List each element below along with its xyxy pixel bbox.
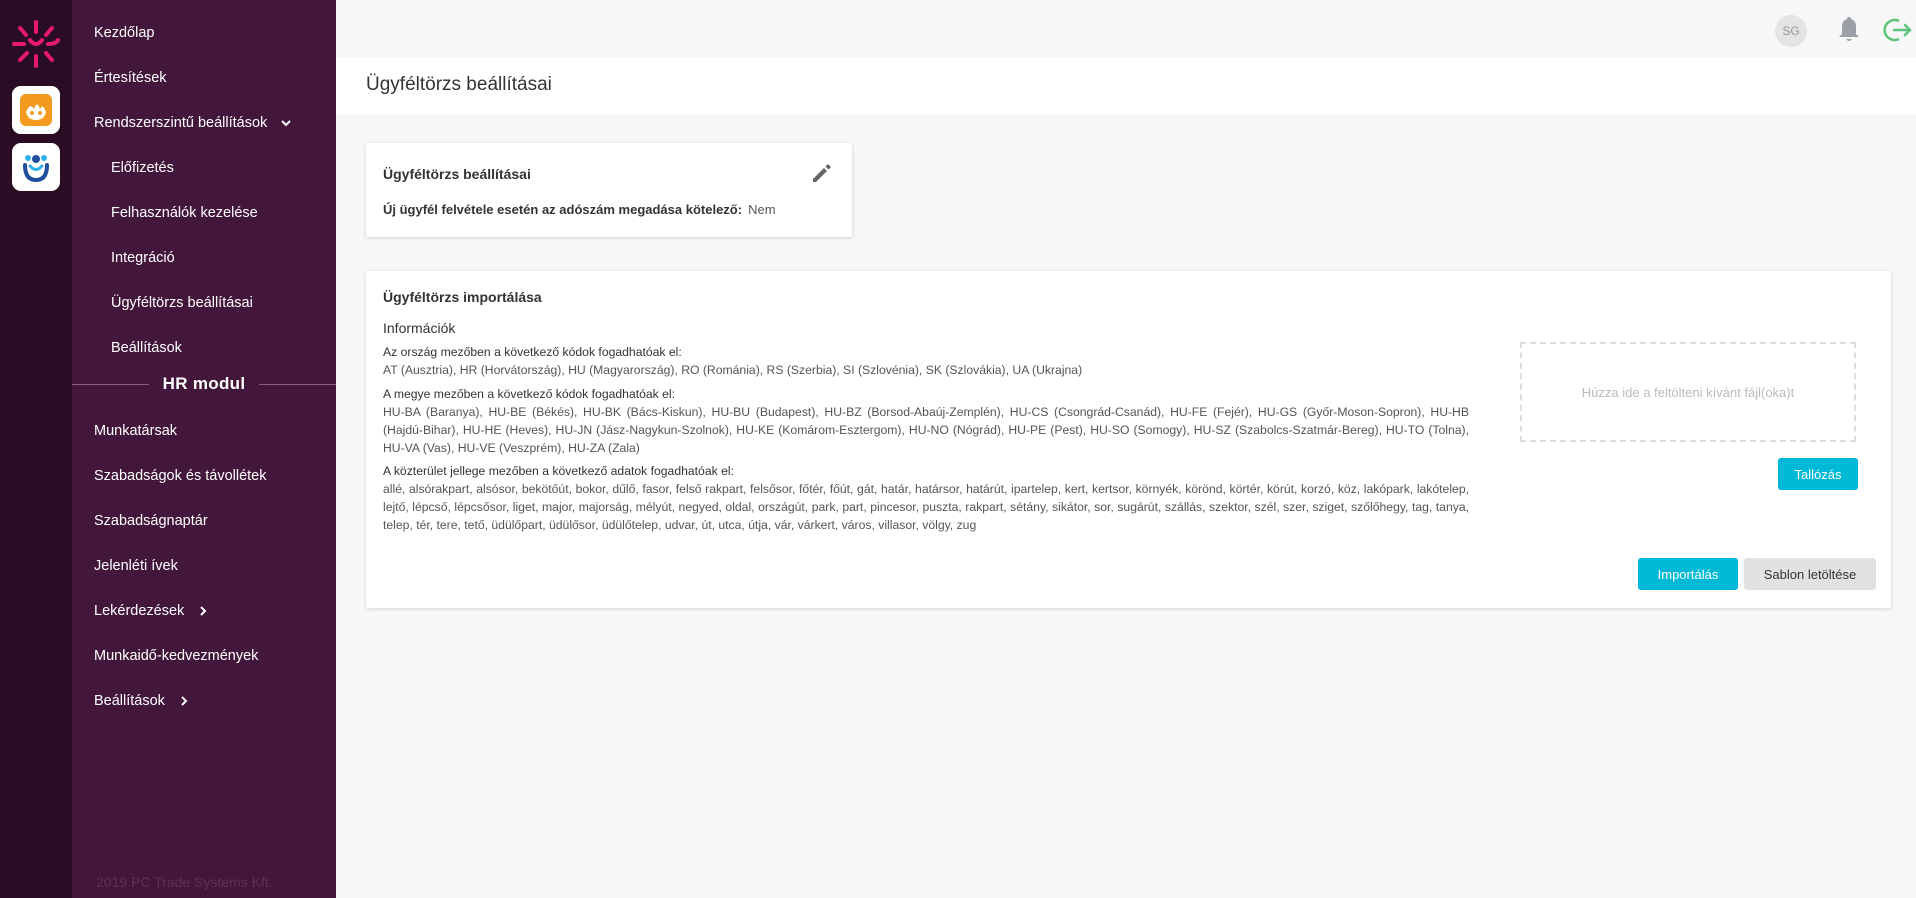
download-template-button[interactable]: Sablon letöltése	[1744, 558, 1876, 590]
copyright-text: 2019 PC Trade Systems Kft.	[96, 874, 273, 890]
dropzone-text: Húzza ide a feltölteni kívánt fájl(oka)t	[1581, 384, 1795, 400]
divider	[259, 383, 337, 385]
app-rail	[0, 0, 72, 898]
street-types-text: allé, alsórakpart, alsósor, bekötőút, bo…	[383, 482, 1469, 532]
sidebar-item-queries[interactable]: Lekérdezések	[94, 595, 210, 627]
country-codes-text: AT (Ausztria), HR (Horvátország), HU (Ma…	[383, 363, 1083, 377]
street-types-heading: A közterület jellege mezőben a következő…	[383, 464, 734, 478]
street-types-info: A közterület jellege mezőben a következő…	[383, 462, 1469, 534]
tax-number-required-row: Új ügyfél felvétele esetén az adószám me…	[383, 202, 776, 217]
sidebar-item-customer-settings[interactable]: Ügyféltörzs beállításai	[111, 287, 253, 319]
chevron-right-icon	[200, 606, 207, 616]
county-codes-text: HU-BA (Baranya), HU-BE (Békés), HU-BK (B…	[383, 405, 1469, 455]
logout-icon[interactable]	[1882, 16, 1912, 44]
bell-icon[interactable]	[1836, 16, 1862, 44]
county-codes-info: A megye mezőben a következő kódok fogadh…	[383, 385, 1469, 457]
hr-section-title: HR modul	[72, 372, 337, 396]
chevron-down-icon	[281, 120, 292, 127]
page-title: Ügyféltörzs beállításai	[366, 74, 552, 95]
sidebar-item-label: Szabadságnaptár	[94, 513, 208, 529]
sidebar-item-home[interactable]: Kezdőlap	[94, 17, 154, 49]
file-dropzone[interactable]: Húzza ide a feltölteni kívánt fájl(oka)t	[1520, 342, 1856, 442]
sidebar-item-label: Integráció	[111, 250, 175, 266]
avatar[interactable]: SG	[1775, 15, 1807, 47]
sidebar-item-notifications[interactable]: Értesítések	[94, 62, 167, 94]
sidebar: Kezdőlap Értesítések Rendszerszintű beál…	[72, 0, 337, 898]
edit-pencil-icon[interactable]	[809, 160, 835, 186]
sidebar-item-label: Szabadságok és távollétek	[94, 468, 267, 484]
customer-import-card: Ügyféltörzs importálása Információk Az o…	[366, 271, 1891, 608]
sidebar-item-label: Munkaidő-kedvezmények	[94, 648, 259, 664]
sidebar-item-label: Beállítások	[111, 340, 182, 356]
sidebar-item-system-settings[interactable]: Rendszerszintű beállítások	[94, 107, 293, 139]
sidebar-item-attendance-sheets[interactable]: Jelenléti ívek	[94, 550, 178, 582]
card-title: Ügyféltörzs beállításai	[383, 166, 531, 182]
tax-number-label: Új ügyfél felvétele esetén az adószám me…	[383, 202, 743, 217]
card-title: Ügyféltörzs importálása	[383, 289, 542, 305]
section-title-text: HR modul	[162, 374, 246, 393]
sidebar-item-label: Lekérdezések	[94, 603, 185, 619]
info-title: Információk	[383, 320, 456, 336]
app-switch-fire[interactable]	[12, 86, 60, 134]
country-codes-heading: Az ország mezőben a következő kódok foga…	[383, 345, 682, 359]
sidebar-item-user-management[interactable]: Felhasználók kezelése	[111, 197, 258, 229]
sidebar-item-label: Beállítások	[94, 693, 165, 709]
hr-app-icon	[23, 155, 49, 183]
tax-number-value: Nem	[748, 202, 776, 217]
fire-app-icon	[20, 94, 52, 126]
sidebar-item-worktime-benefits[interactable]: Munkaidő-kedvezmények	[94, 640, 258, 672]
brand-logo-icon[interactable]	[10, 18, 62, 70]
sidebar-item-leaves[interactable]: Szabadságok és távollétek	[94, 460, 267, 492]
sidebar-item-leave-calendar[interactable]: Szabadságnaptár	[94, 505, 208, 537]
sidebar-item-integration[interactable]: Integráció	[111, 242, 175, 274]
sidebar-item-label: Ügyféltörzs beállításai	[111, 295, 253, 311]
app-switch-hr[interactable]	[12, 143, 60, 191]
sidebar-item-label: Előfizetés	[111, 160, 174, 176]
sidebar-item-settings[interactable]: Beállítások	[111, 332, 182, 364]
sidebar-item-label: Kezdőlap	[94, 25, 155, 41]
sidebar-item-label: Munkatársak	[94, 423, 178, 439]
divider	[72, 383, 149, 385]
chevron-right-icon	[181, 696, 188, 706]
country-codes-info: Az ország mezőben a következő kódok foga…	[383, 343, 1469, 379]
top-bar: SG	[336, 0, 1916, 57]
sidebar-item-hr-settings[interactable]: Beállítások	[94, 685, 191, 717]
sidebar-item-subscription[interactable]: Előfizetés	[111, 152, 174, 184]
sidebar-item-label: Rendszerszintű beállítások	[94, 115, 268, 131]
sidebar-item-label: Felhasználók kezelése	[111, 205, 258, 221]
sidebar-item-label: Értesítések	[94, 70, 167, 86]
browse-button[interactable]: Tallózás	[1778, 458, 1858, 490]
customer-settings-card: Ügyféltörzs beállításai Új ügyfél felvét…	[366, 143, 852, 237]
county-codes-heading: A megye mezőben a következő kódok fogadh…	[383, 387, 676, 401]
import-button[interactable]: Importálás	[1638, 558, 1738, 590]
page-header: Ügyféltörzs beállításai	[336, 57, 1916, 115]
sidebar-item-label: Jelenléti ívek	[94, 558, 178, 574]
sidebar-item-employees[interactable]: Munkatársak	[94, 415, 177, 447]
